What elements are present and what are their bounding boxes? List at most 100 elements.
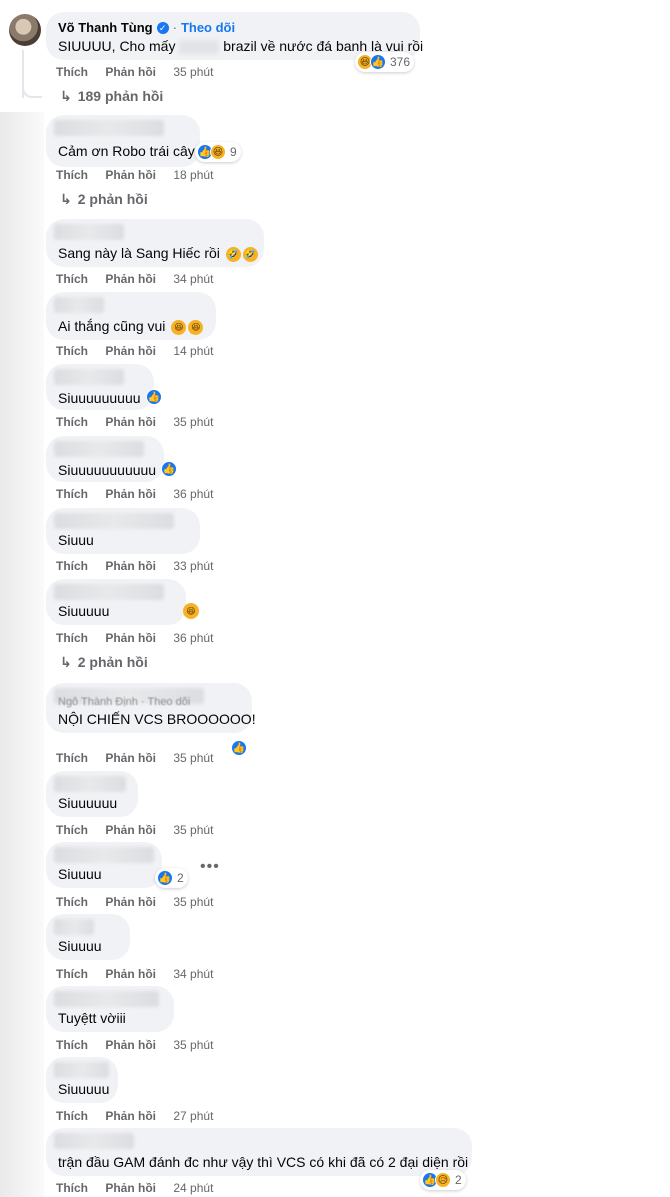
comment-actions: Thích Phản hồi 35 phút xyxy=(56,1038,227,1052)
comment-actions: Thích Phản hồi 34 phút xyxy=(56,967,227,981)
reply-button[interactable]: Phản hồi xyxy=(105,1109,156,1123)
thread-connector xyxy=(22,82,42,98)
like-button[interactable]: Thích xyxy=(56,751,88,765)
reply-button[interactable]: Phản hồi xyxy=(105,487,156,501)
like-button[interactable]: Thích xyxy=(56,631,88,645)
reaction-count: 2 xyxy=(177,871,184,885)
like-button[interactable]: Thích xyxy=(56,487,88,501)
verified-badge-icon: ✓ xyxy=(156,21,169,34)
comment-bubble: Siuuuuu xyxy=(46,1057,118,1103)
reply-button[interactable]: Phản hồi xyxy=(105,168,156,182)
comment-text: Siuuuuu xyxy=(58,603,110,619)
reaction-summary[interactable]: 👍 😆 9 xyxy=(195,142,241,162)
comment-time[interactable]: 33 phút xyxy=(173,559,213,573)
comment-time[interactable]: 36 phút xyxy=(173,631,213,645)
comment-text-body: Ai thắng cũng vui xyxy=(58,318,166,334)
thumbs-up-icon: 👍 xyxy=(231,740,247,756)
follow-button[interactable]: Theo dõi xyxy=(181,20,235,35)
comment-time[interactable]: 27 phút xyxy=(173,1109,213,1123)
blurred-author xyxy=(54,1133,134,1149)
comment-time[interactable]: 35 phút xyxy=(173,895,213,909)
reaction-summary[interactable]: 👍 😥 2 xyxy=(420,1170,466,1190)
comment-bubble: Tuyệtt vờiii xyxy=(46,986,174,1032)
comment-text: Siuuuu xyxy=(58,938,102,954)
like-button[interactable]: Thích xyxy=(56,344,88,358)
comment-bubble: Siuuuuuuuuu xyxy=(46,364,154,410)
blurred-author xyxy=(54,1062,109,1078)
comment-time[interactable]: 18 phút xyxy=(173,168,213,182)
view-replies-link[interactable]: ↳ 2 phản hồi xyxy=(60,191,148,208)
reply-button[interactable]: Phản hồi xyxy=(105,272,156,286)
view-replies-link[interactable]: ↳ 2 phản hồi xyxy=(60,654,148,671)
separator-dot: · xyxy=(172,20,177,35)
laughing-emoji-icon: 😆 xyxy=(188,319,204,335)
laughing-emoji-icon: 😆 xyxy=(171,319,187,335)
comment-author-name[interactable]: Võ Thanh Tùng xyxy=(58,20,153,35)
more-options-icon[interactable]: ••• xyxy=(200,858,220,876)
comment-time[interactable]: 35 phút xyxy=(173,751,213,765)
blurred-author xyxy=(54,919,94,935)
comment-bubble: Siuuuuuu xyxy=(46,771,138,817)
comment-text: Siuuuuuuuuuuu xyxy=(58,462,157,478)
like-button[interactable]: Thích xyxy=(56,1038,88,1052)
like-button[interactable]: Thích xyxy=(56,1181,88,1195)
comment-bubble: Cảm ơn Robo trái cây xyxy=(46,115,200,167)
reaction-summary[interactable]: 👍 xyxy=(159,459,181,479)
comment-bubble: Siuuuuuuuuuuu xyxy=(46,436,164,482)
reply-button[interactable]: Phản hồi xyxy=(105,895,156,909)
thumbs-up-icon: 👍 xyxy=(161,461,177,477)
reply-button[interactable]: Phản hồi xyxy=(105,1181,156,1195)
avatar[interactable] xyxy=(9,14,41,46)
like-button[interactable]: Thích xyxy=(56,65,88,79)
reply-button[interactable]: Phản hồi xyxy=(105,65,156,79)
reply-button[interactable]: Phản hồi xyxy=(105,751,156,765)
like-button[interactable]: Thích xyxy=(56,823,88,837)
like-button[interactable]: Thích xyxy=(56,559,88,573)
comment-actions: Thích Phản hồi 34 phút xyxy=(56,272,227,286)
comment-text: Siuuuu xyxy=(58,866,102,882)
reply-button[interactable]: Phản hồi xyxy=(105,823,156,837)
replies-count: 189 phản hồi xyxy=(77,88,164,104)
blurred-author xyxy=(54,991,159,1007)
reply-button[interactable]: Phản hồi xyxy=(105,559,156,573)
reaction-summary[interactable]: 👍 xyxy=(229,738,251,758)
reaction-summary[interactable]: 👍 xyxy=(144,387,166,407)
comment-time[interactable]: 35 phút xyxy=(173,823,213,837)
comment-time[interactable]: 35 phút xyxy=(173,1038,213,1052)
blurred-author xyxy=(54,120,164,136)
comment-time[interactable]: 34 phút xyxy=(173,272,213,286)
like-button[interactable]: Thích xyxy=(56,967,88,981)
reply-button[interactable]: Phản hồi xyxy=(105,967,156,981)
blurred-author xyxy=(54,297,104,313)
comment-bubble: Ngô Thành Định · Theo dõi NỘI CHIẾN VCS … xyxy=(46,683,256,733)
like-button[interactable]: Thích xyxy=(56,895,88,909)
replies-count: 2 phản hồi xyxy=(77,191,148,207)
comment-time[interactable]: 14 phút xyxy=(173,344,213,358)
thumbs-up-icon: 👍 xyxy=(157,870,173,886)
thumbs-up-icon: 👍 xyxy=(370,54,386,70)
like-button[interactable]: Thích xyxy=(56,168,88,182)
comment-time[interactable]: 24 phút xyxy=(173,1181,213,1195)
reply-button[interactable]: Phản hồi xyxy=(105,631,156,645)
comment-actions: Thích Phản hồi 35 phút xyxy=(56,751,227,765)
comment-time[interactable]: 35 phút xyxy=(173,415,213,429)
comment-text-start: SIUUUU, Cho mấy xyxy=(58,38,176,54)
replies-count: 2 phản hồi xyxy=(77,654,148,670)
comment-bubble: Ai thắng cũng vui 😆 😆 xyxy=(46,292,216,340)
comment-text: Sang này là Sang Hiếc rồi 🤣 🤣 xyxy=(58,245,258,262)
thumbs-up-icon: 👍 xyxy=(146,389,162,405)
comment-time[interactable]: 34 phút xyxy=(173,967,213,981)
reply-button[interactable]: Phản hồi xyxy=(105,1038,156,1052)
reply-button[interactable]: Phản hồi xyxy=(105,415,156,429)
comment-actions: Thích Phản hồi 35 phút xyxy=(56,895,227,909)
reaction-summary[interactable]: 😆 👍 376 xyxy=(355,52,415,72)
comment-time[interactable]: 35 phút xyxy=(173,65,213,79)
like-button[interactable]: Thích xyxy=(56,272,88,286)
comment-time[interactable]: 36 phút xyxy=(173,487,213,501)
like-button[interactable]: Thích xyxy=(56,1109,88,1123)
laughing-emoji-icon: 😆 xyxy=(183,603,199,619)
reaction-summary[interactable]: 👍 2 xyxy=(155,868,188,888)
like-button[interactable]: Thích xyxy=(56,415,88,429)
view-replies-link[interactable]: ↳ 189 phản hồi xyxy=(60,88,163,105)
reply-button[interactable]: Phản hồi xyxy=(105,344,156,358)
